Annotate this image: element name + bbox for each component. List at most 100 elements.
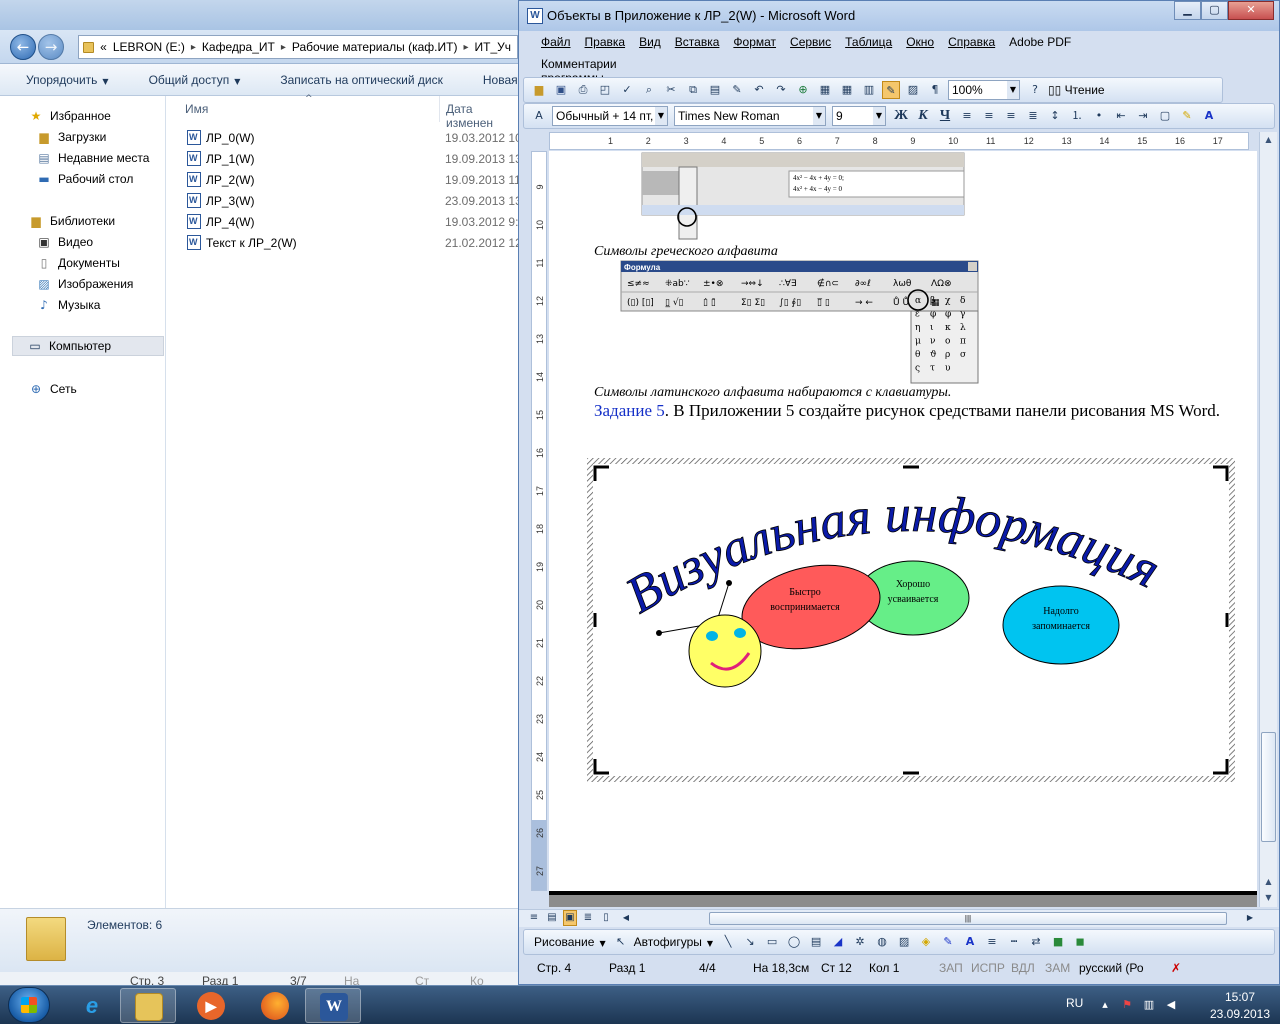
select-objects-icon[interactable]: ↖ (612, 933, 630, 951)
vertical-scrollbar[interactable]: ▲ ▲ ▼ (1259, 132, 1277, 907)
line-spacing-icon[interactable]: ↕ (1046, 107, 1064, 125)
breadcrumb-separator-icon[interactable]: ▸ (191, 42, 196, 53)
arrow-style-icon[interactable]: ⇄ (1027, 933, 1045, 951)
vertical-ruler[interactable]: 9 10 11 12 13 14 15 16 17 18 19 20 21 22 23 24 25 26 27 (531, 151, 547, 891)
burn-disc-button[interactable]: Записать на оптический диск (254, 73, 457, 87)
help-icon[interactable]: ? (1026, 81, 1044, 99)
align-right-icon[interactable]: ≡ (1002, 107, 1020, 125)
columns-icon[interactable]: ▥ (860, 81, 878, 99)
forward-button[interactable]: → (38, 34, 64, 60)
status-ext[interactable]: ВДЛ (1011, 961, 1035, 975)
shadow-style-icon[interactable]: ■ (1049, 933, 1067, 951)
status-line[interactable]: Ст 12 (821, 961, 852, 975)
document-page[interactable]: 4x² − 4x + 4y = 0; 4x² + 4x − 4y = 0 Сим… (549, 151, 1257, 891)
share-button[interactable]: Общий доступ ▼ (123, 73, 255, 87)
print-preview-icon[interactable]: ◰ (596, 81, 614, 99)
horizontal-scrollbar[interactable]: ≡ ▤ ▣ ≣ ▯ ◀ ||| ▶ (519, 909, 1279, 927)
oval-icon[interactable]: ◯ (785, 933, 803, 951)
menu-window[interactable]: Окно (906, 35, 934, 49)
organize-button[interactable]: Упорядочить ▼ (0, 73, 123, 87)
save-icon[interactable]: ▣ (552, 81, 570, 99)
increase-indent-icon[interactable]: ⇥ (1134, 107, 1152, 125)
menu-tools[interactable]: Сервис (790, 35, 831, 49)
address-part-kafedra[interactable]: Кафедра_ИТ (202, 40, 275, 54)
nav-computer[interactable]: ▭ Компьютер (12, 336, 164, 356)
zoom-select[interactable]: 100% ▼ (948, 80, 1020, 100)
maximize-button[interactable]: ▢ (1201, 1, 1228, 20)
font-color-icon[interactable]: A (1200, 107, 1218, 125)
clock-date[interactable]: 23.09.2013 (1200, 1007, 1280, 1021)
autoshapes-menu-button[interactable]: Автофигуры ▼ (634, 935, 713, 949)
open-icon[interactable]: ▆ (530, 81, 548, 99)
web-view-icon[interactable]: ▤ (545, 910, 559, 926)
status-ovr[interactable]: ЗАМ (1045, 961, 1070, 975)
cut-icon[interactable]: ✂ (662, 81, 680, 99)
taskbar-firefox[interactable] (247, 988, 303, 1023)
menu-adobe-pdf[interactable]: Adobe PDF (1009, 35, 1071, 49)
reading-view-icon[interactable]: ▯ (599, 910, 613, 926)
picture-icon[interactable]: ▨ (895, 933, 913, 951)
scroll-thumb[interactable] (1261, 732, 1276, 842)
font-select[interactable]: Times New Roman ▼ (674, 106, 826, 126)
task-label[interactable]: Задание 5 (594, 401, 665, 420)
taskbar-explorer[interactable] (120, 988, 176, 1023)
diagram-icon[interactable]: ✲ (851, 933, 869, 951)
file-row[interactable]: Текст к ЛР_2(W) 21.02.2012 12: (167, 232, 525, 253)
address-overflow[interactable]: « (100, 40, 107, 54)
scroll-up-icon[interactable]: ▲ (1260, 132, 1277, 148)
taskbar-word[interactable]: W (305, 988, 361, 1023)
arrow-icon[interactable]: ↘ (741, 933, 759, 951)
status-col[interactable]: Кол 1 (869, 961, 899, 975)
menu-edit[interactable]: Правка (585, 35, 626, 49)
font-color-icon[interactable]: A (961, 933, 979, 951)
textbox-icon[interactable]: ▤ (807, 933, 825, 951)
numbering-icon[interactable]: ⒈ (1068, 107, 1086, 125)
outline-view-icon[interactable]: ≣ (581, 910, 595, 926)
smiley-face[interactable] (688, 614, 762, 688)
status-language[interactable]: русский (Ро (1079, 961, 1144, 975)
document-map-icon[interactable]: ▨ (904, 81, 922, 99)
breadcrumb-separator-icon[interactable]: ▸ (463, 42, 468, 53)
menu-help[interactable]: Справка (948, 35, 995, 49)
wordart-icon[interactable]: ◢ (829, 933, 847, 951)
borders-icon[interactable]: ▢ (1156, 107, 1174, 125)
taskbar-media-player[interactable]: ▶ (183, 988, 239, 1023)
file-row[interactable]: ЛР_0(W) 19.03.2012 10: (167, 127, 525, 148)
new-folder-button[interactable]: Новая папка (457, 73, 520, 87)
close-button[interactable]: ✕ (1228, 1, 1274, 20)
horizontal-ruler[interactable]: 1 2 3 4 5 6 7 8 9 10 11 12 13 14 15 16 17 (549, 132, 1249, 150)
next-page-icon[interactable]: ▼ (1260, 890, 1277, 906)
address-part-materials[interactable]: Рабочие материалы (каф.ИТ) (292, 40, 458, 54)
taskbar-ie[interactable]: e (64, 988, 120, 1023)
minimize-button[interactable]: ▁ (1174, 1, 1201, 20)
align-left-icon[interactable]: ≡ (958, 107, 976, 125)
rectangle-icon[interactable]: ▭ (763, 933, 781, 951)
hscroll-thumb[interactable]: ||| (709, 912, 1227, 925)
prev-page-icon[interactable]: ▲ (1260, 874, 1277, 890)
clipart-icon[interactable]: ◍ (873, 933, 891, 951)
bullets-icon[interactable]: • (1090, 107, 1108, 125)
status-rec[interactable]: ЗАП (939, 961, 963, 975)
word-app-icon[interactable]: W (527, 8, 543, 24)
hyperlink-icon[interactable]: ⊕ (794, 81, 812, 99)
drawing-menu-button[interactable]: Рисование ▼ (534, 935, 606, 949)
line-icon[interactable]: ╲ (719, 933, 737, 951)
status-trk[interactable]: ИСПР (971, 961, 1005, 975)
file-row[interactable]: ЛР_1(W) 19.09.2013 13: (167, 148, 525, 169)
drawing-toggle-icon[interactable]: ✎ (882, 81, 900, 99)
menu-table[interactable]: Таблица (845, 35, 892, 49)
status-section[interactable]: Разд 1 (609, 961, 645, 975)
back-button[interactable]: ← (10, 34, 36, 60)
language-indicator[interactable]: RU (1066, 996, 1083, 1010)
dash-style-icon[interactable]: ┅ (1005, 933, 1023, 951)
print-layout-icon[interactable]: ▣ (563, 910, 577, 926)
tray-expand-icon[interactable]: ▴ (1098, 998, 1112, 1012)
format-painter-icon[interactable]: ✎ (728, 81, 746, 99)
print-icon[interactable]: ⎙ (574, 81, 592, 99)
column-name[interactable]: Имя (185, 102, 208, 116)
copy-icon[interactable]: ⧉ (684, 81, 702, 99)
address-bar[interactable]: « LEBRON (E:) ▸ Кафедра_ИТ ▸ Рабочие мат… (78, 35, 518, 59)
column-date[interactable]: Дата изменен (446, 102, 520, 130)
menu-format[interactable]: Формат (733, 35, 776, 49)
spelling-status-icon[interactable]: ✗ (1171, 961, 1181, 975)
